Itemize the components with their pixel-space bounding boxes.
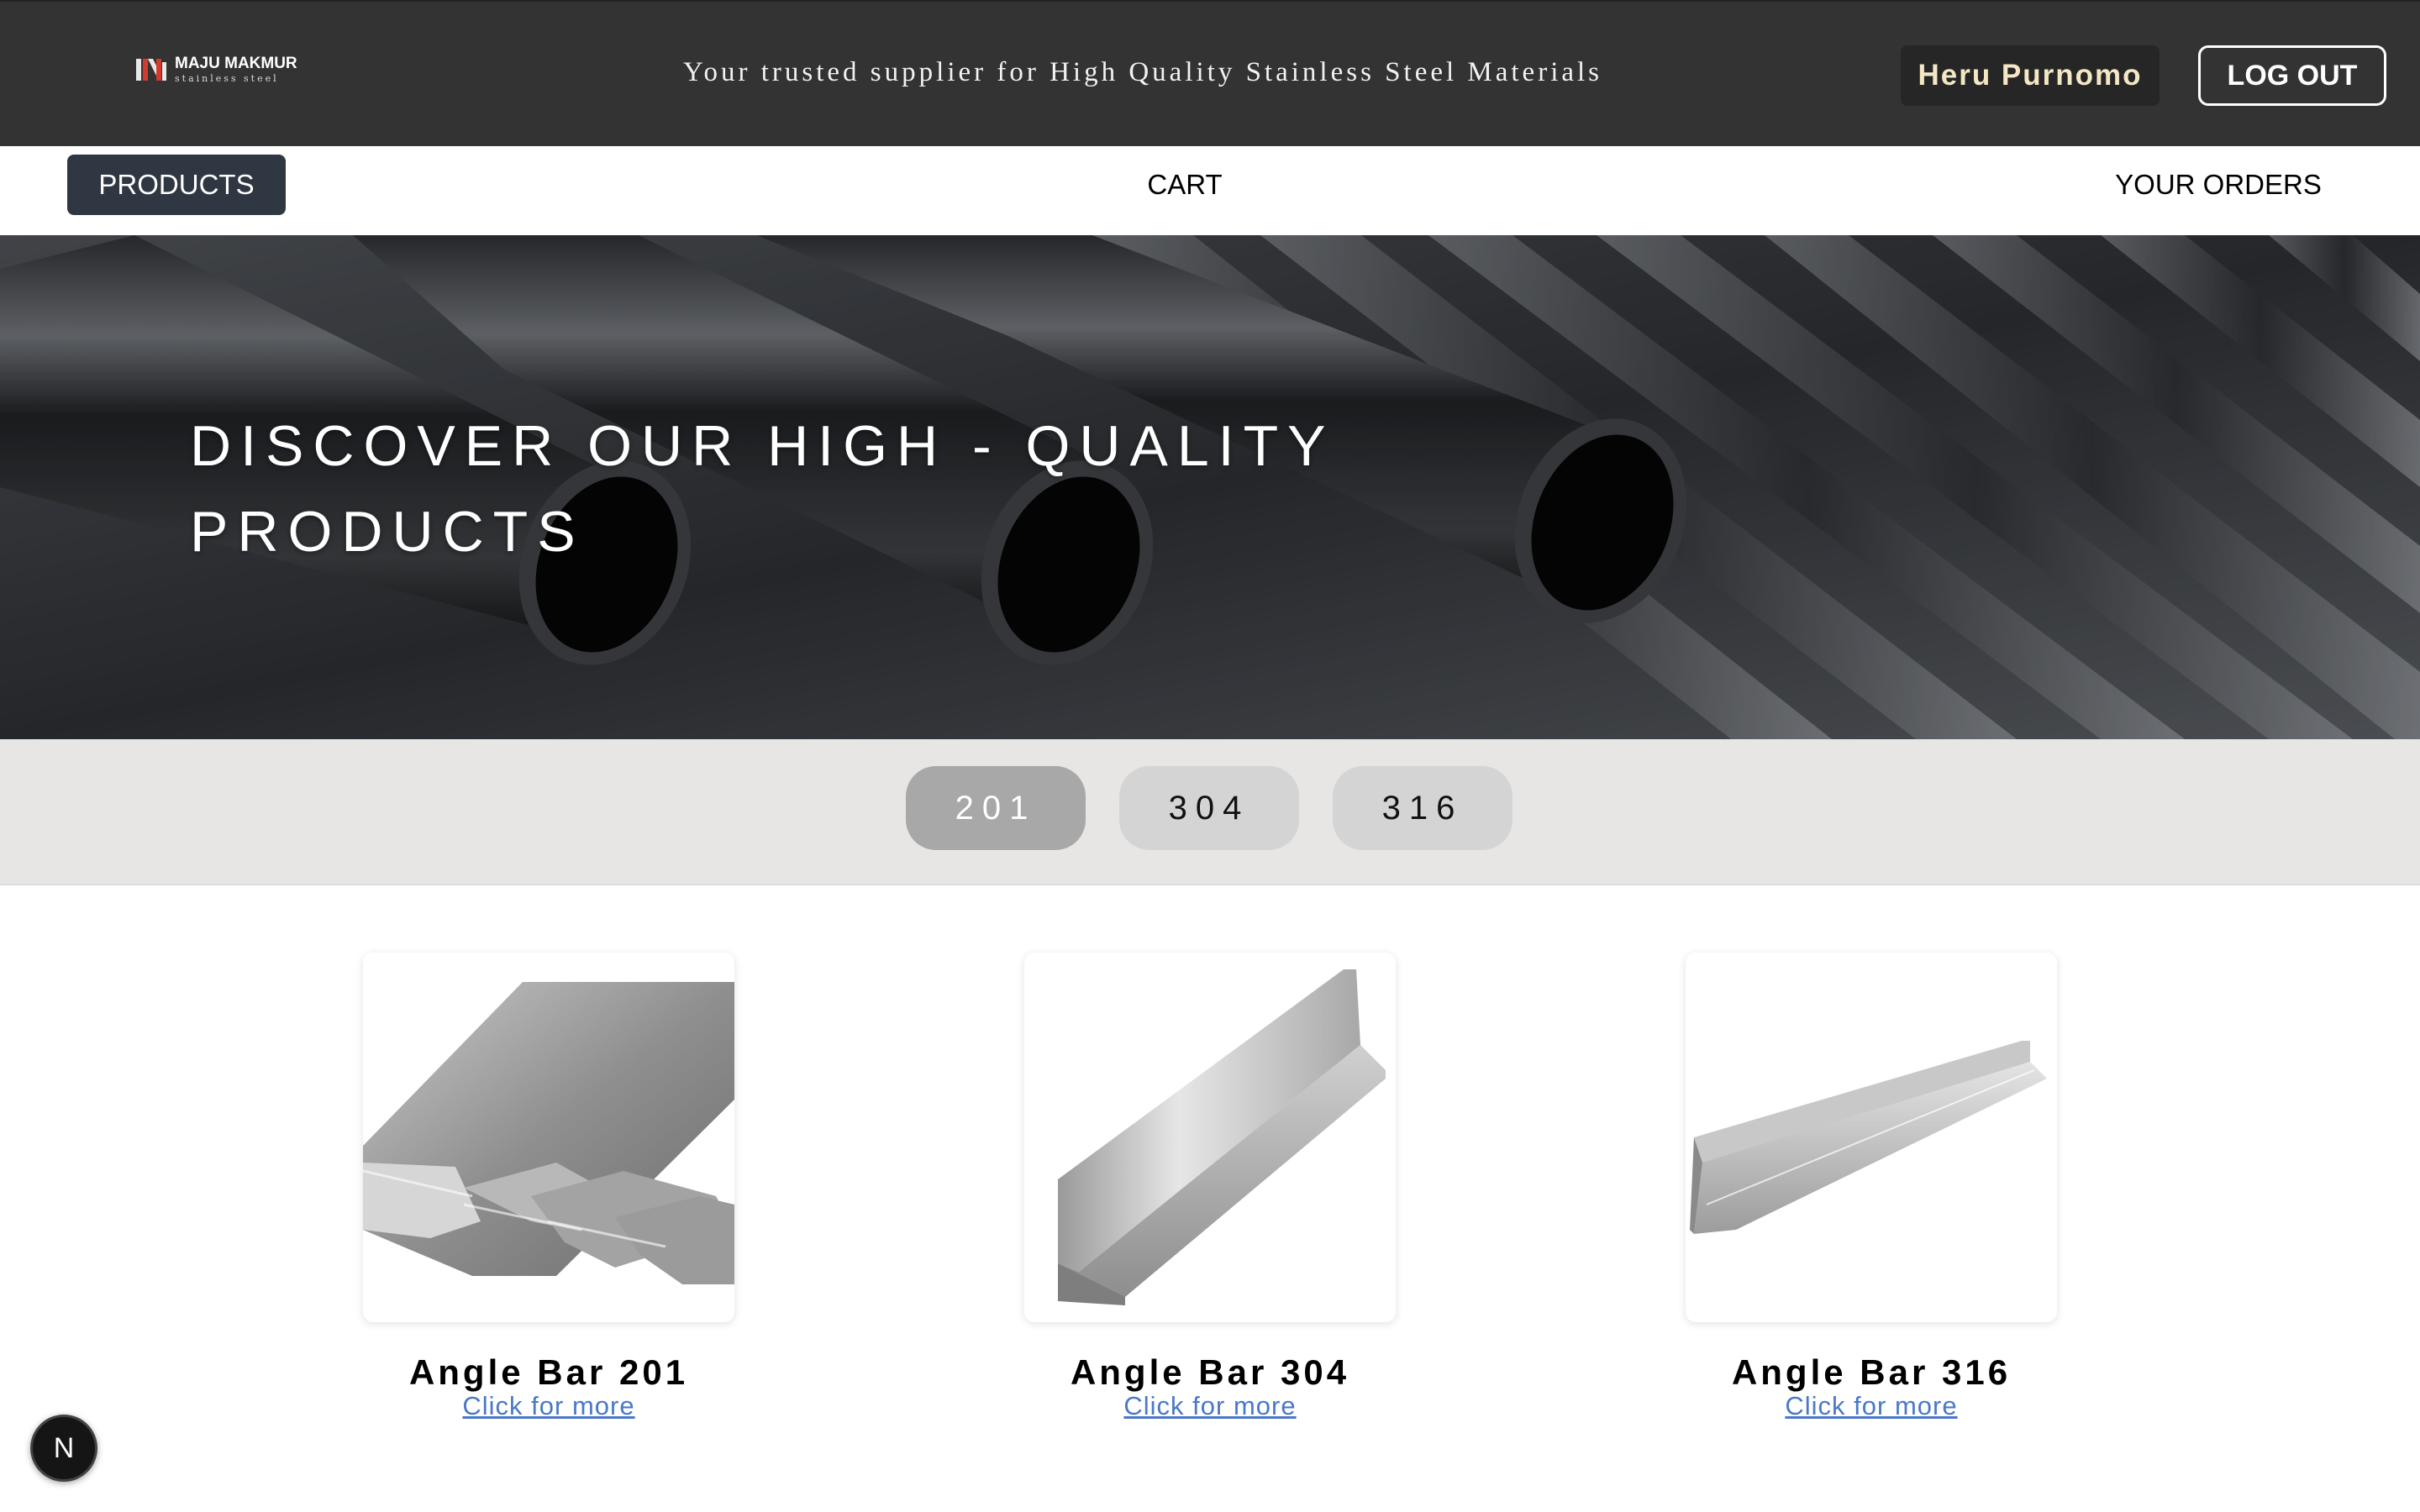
main-nav: PRODUCTS CART YOUR ORDERS (0, 146, 2420, 235)
grade-201-button[interactable]: 201 (906, 766, 1086, 850)
hero-title: DISCOVER OUR HIGH - QUALITY PRODUCTS (190, 414, 1334, 564)
product-image-angle-bar-304[interactable] (1024, 953, 1396, 1322)
nav-item-products[interactable]: PRODUCTS (67, 155, 286, 215)
product-image-angle-bar-316[interactable] (1686, 953, 2057, 1322)
grade-304-button[interactable]: 304 (1119, 766, 1299, 850)
brand-logo[interactable]: MAJU MAKMUR stainless steel (134, 54, 297, 84)
angle-bar-316-image (1690, 1041, 2047, 1234)
product-name: Angle Bar 201 (408, 1352, 689, 1392)
product-name: Angle Bar 316 (1731, 1352, 2012, 1392)
angle-bar-304-image (1058, 969, 1386, 1305)
nextjs-icon[interactable]: N (30, 1415, 97, 1482)
product-details-link[interactable]: Click for more (363, 1391, 734, 1421)
product-image-angle-bar-201[interactable] (363, 953, 734, 1322)
product-details-link[interactable]: Click for more (1024, 1391, 1396, 1421)
top-header: MAJU MAKMUR stainless steel Your trusted… (0, 0, 2420, 146)
hero-banner: DISCOVER OUR HIGH - QUALITY PRODUCTS (0, 235, 2420, 739)
angle-bar-201-image (363, 982, 734, 1284)
logo-subtitle: stainless steel (175, 72, 279, 84)
grade-filter-bar: 201 304 316 (0, 739, 2420, 885)
product-name: Angle Bar 304 (1070, 1352, 1350, 1392)
nav-item-cart[interactable]: CART (1101, 155, 1269, 215)
maju-makmur-logo-icon (136, 59, 166, 81)
product-details-link[interactable]: Click for more (1686, 1391, 2057, 1421)
nav-item-your-orders[interactable]: YOUR ORDERS (2101, 155, 2336, 215)
header-tagline: Your trusted supplier for High Quality S… (682, 57, 1603, 87)
logo-name: MAJU MAKMUR (175, 54, 297, 72)
user-name-badge[interactable]: Heru Purnomo (1901, 45, 2160, 106)
logout-button[interactable]: LOG OUT (2198, 45, 2386, 106)
grade-316-button[interactable]: 316 (1333, 766, 1512, 850)
